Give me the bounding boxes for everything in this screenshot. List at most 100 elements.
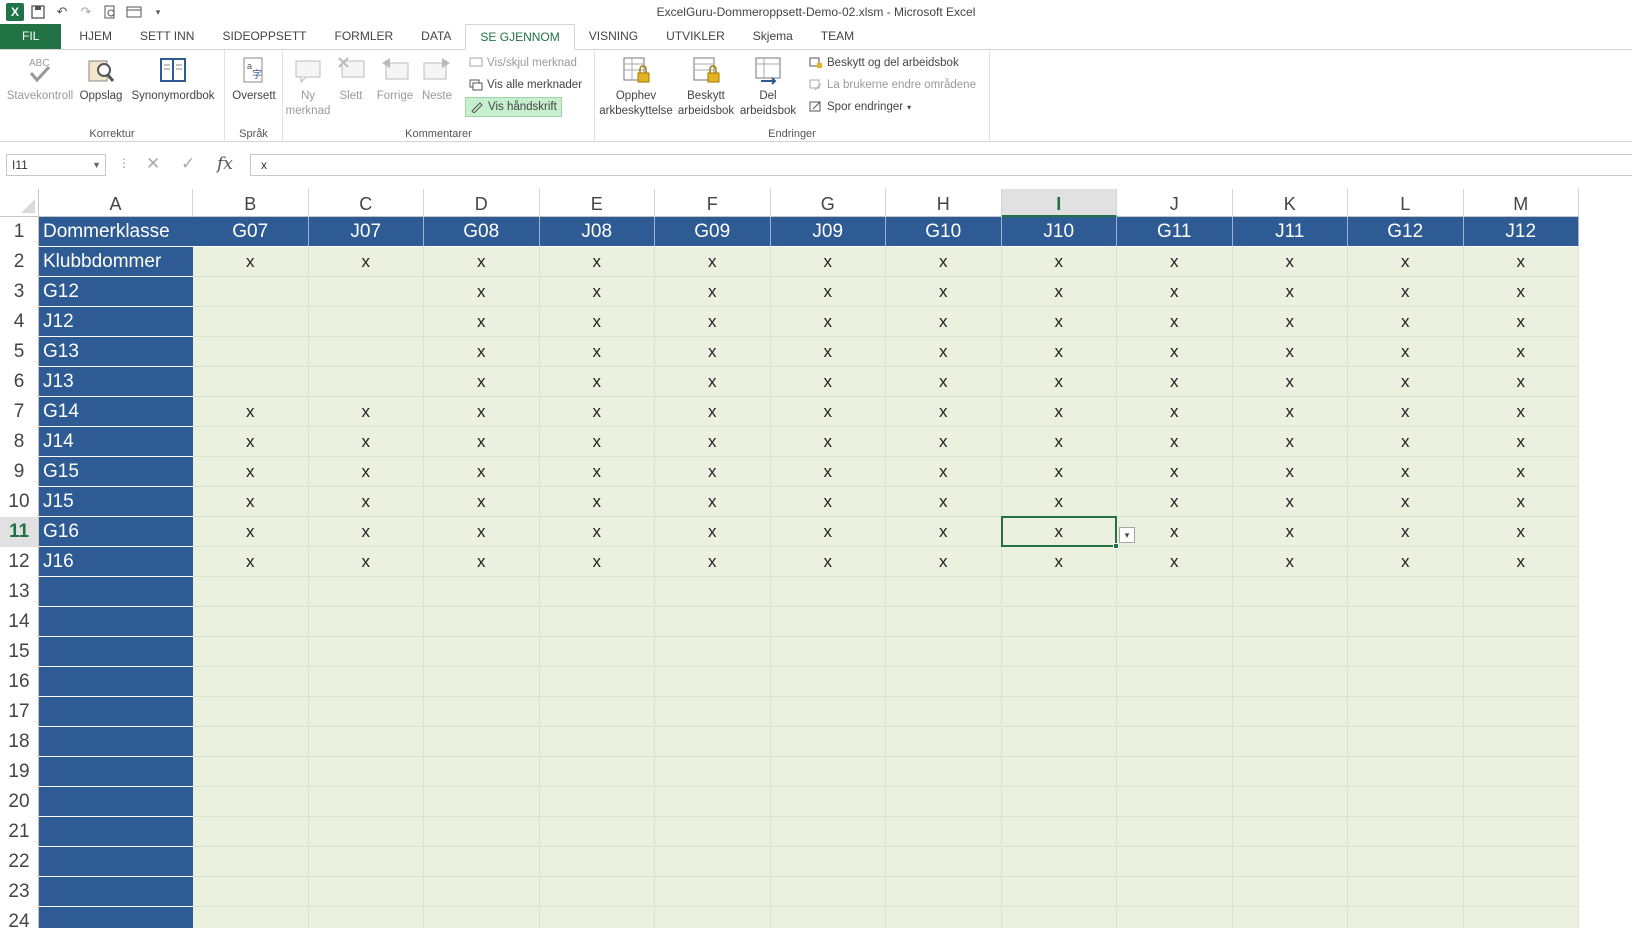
row-header-2[interactable]: 2: [0, 247, 39, 277]
cell-f11[interactable]: x: [655, 517, 771, 547]
cell-d18[interactable]: [424, 727, 540, 757]
cell-f16[interactable]: [655, 667, 771, 697]
cell-m11[interactable]: x: [1463, 517, 1579, 547]
column-header-h[interactable]: H: [886, 189, 1002, 217]
cell-g7[interactable]: x: [770, 397, 886, 427]
cell-k10[interactable]: x: [1232, 487, 1348, 517]
cell-d5[interactable]: x: [424, 337, 540, 367]
cell-m5[interactable]: x: [1463, 337, 1579, 367]
cell-b6[interactable]: [193, 367, 309, 397]
cell-e3[interactable]: x: [539, 277, 655, 307]
cell-g6[interactable]: x: [770, 367, 886, 397]
cell-k3[interactable]: x: [1232, 277, 1348, 307]
cell-e22[interactable]: [539, 847, 655, 877]
tab-file[interactable]: FIL: [0, 24, 62, 49]
cell-f7[interactable]: x: [655, 397, 771, 427]
cell-m18[interactable]: [1463, 727, 1579, 757]
cell-j21[interactable]: [1117, 817, 1233, 847]
row-header-16[interactable]: 16: [0, 667, 39, 697]
cell-b4[interactable]: [193, 307, 309, 337]
cell-d3[interactable]: x: [424, 277, 540, 307]
cell-k1[interactable]: J11: [1232, 217, 1348, 247]
tab-insert[interactable]: SETT INN: [126, 24, 208, 49]
cell-l5[interactable]: x: [1348, 337, 1464, 367]
cell-b20[interactable]: [193, 787, 309, 817]
cell-g21[interactable]: [770, 817, 886, 847]
cell-f19[interactable]: [655, 757, 771, 787]
insert-function-icon[interactable]: fx: [217, 154, 233, 174]
cell-d12[interactable]: x: [424, 547, 540, 577]
track-changes-button[interactable]: Spor endringer ▾: [805, 97, 915, 117]
cell-e12[interactable]: x: [539, 547, 655, 577]
tab-page-layout[interactable]: SIDEOPPSETT: [208, 24, 320, 49]
cell-b2[interactable]: x: [193, 247, 309, 277]
cell-m17[interactable]: [1463, 697, 1579, 727]
cell-l19[interactable]: [1348, 757, 1464, 787]
cell-c9[interactable]: x: [308, 457, 424, 487]
cell-f5[interactable]: x: [655, 337, 771, 367]
row-header-8[interactable]: 8: [0, 427, 39, 457]
row-header-7[interactable]: 7: [0, 397, 39, 427]
cell-l17[interactable]: [1348, 697, 1464, 727]
cell-m6[interactable]: x: [1463, 367, 1579, 397]
cell-g3[interactable]: x: [770, 277, 886, 307]
cell-e1[interactable]: J08: [539, 217, 655, 247]
cell-b9[interactable]: x: [193, 457, 309, 487]
cell-c17[interactable]: [308, 697, 424, 727]
cell-j17[interactable]: [1117, 697, 1233, 727]
cell-j6[interactable]: x: [1117, 367, 1233, 397]
cell-g12[interactable]: x: [770, 547, 886, 577]
cell-f2[interactable]: x: [655, 247, 771, 277]
cell-m15[interactable]: [1463, 637, 1579, 667]
cell-a11[interactable]: G16: [39, 517, 193, 547]
cell-a17[interactable]: [39, 697, 193, 727]
cell-d4[interactable]: x: [424, 307, 540, 337]
cell-g23[interactable]: [770, 877, 886, 907]
cell-k4[interactable]: x: [1232, 307, 1348, 337]
cell-m8[interactable]: x: [1463, 427, 1579, 457]
allow-edit-ranges-button[interactable]: La brukerne endre områdene: [805, 75, 980, 95]
cell-h21[interactable]: [886, 817, 1002, 847]
cell-e9[interactable]: x: [539, 457, 655, 487]
cell-e19[interactable]: [539, 757, 655, 787]
cell-a24[interactable]: [39, 907, 193, 928]
name-box[interactable]: I11 ▼: [6, 154, 106, 176]
cell-l3[interactable]: x: [1348, 277, 1464, 307]
cell-a6[interactable]: J13: [39, 367, 193, 397]
cell-b12[interactable]: x: [193, 547, 309, 577]
spell-check-button[interactable]: ABC Stavekontroll: [4, 54, 76, 104]
cell-m3[interactable]: x: [1463, 277, 1579, 307]
cell-b19[interactable]: [193, 757, 309, 787]
row-header-19[interactable]: 19: [0, 757, 39, 787]
cell-c7[interactable]: x: [308, 397, 424, 427]
cell-c24[interactable]: [308, 907, 424, 928]
cell-a7[interactable]: G14: [39, 397, 193, 427]
cell-i19[interactable]: [1001, 757, 1117, 787]
cell-e20[interactable]: [539, 787, 655, 817]
cell-e23[interactable]: [539, 877, 655, 907]
cell-j13[interactable]: [1117, 577, 1233, 607]
cell-m9[interactable]: x: [1463, 457, 1579, 487]
cell-d2[interactable]: x: [424, 247, 540, 277]
cell-e14[interactable]: [539, 607, 655, 637]
share-workbook-button[interactable]: Del arbeidsbok: [737, 54, 799, 119]
cell-i3[interactable]: x: [1001, 277, 1117, 307]
column-header-b[interactable]: B: [193, 189, 309, 217]
cell-k17[interactable]: [1232, 697, 1348, 727]
cell-a19[interactable]: [39, 757, 193, 787]
cell-h24[interactable]: [886, 907, 1002, 928]
show-hide-comment-button[interactable]: Vis/skjul merknad: [465, 53, 581, 73]
cell-f4[interactable]: x: [655, 307, 771, 337]
cell-a12[interactable]: J16: [39, 547, 193, 577]
cell-j18[interactable]: [1117, 727, 1233, 757]
cell-k14[interactable]: [1232, 607, 1348, 637]
column-header-k[interactable]: K: [1232, 189, 1348, 217]
column-header-e[interactable]: E: [539, 189, 655, 217]
cell-h2[interactable]: x: [886, 247, 1002, 277]
cell-g4[interactable]: x: [770, 307, 886, 337]
cell-f18[interactable]: [655, 727, 771, 757]
cell-k20[interactable]: [1232, 787, 1348, 817]
previous-comment-button[interactable]: Forrige: [373, 54, 417, 104]
cell-j16[interactable]: [1117, 667, 1233, 697]
column-header-g[interactable]: G: [770, 189, 886, 217]
